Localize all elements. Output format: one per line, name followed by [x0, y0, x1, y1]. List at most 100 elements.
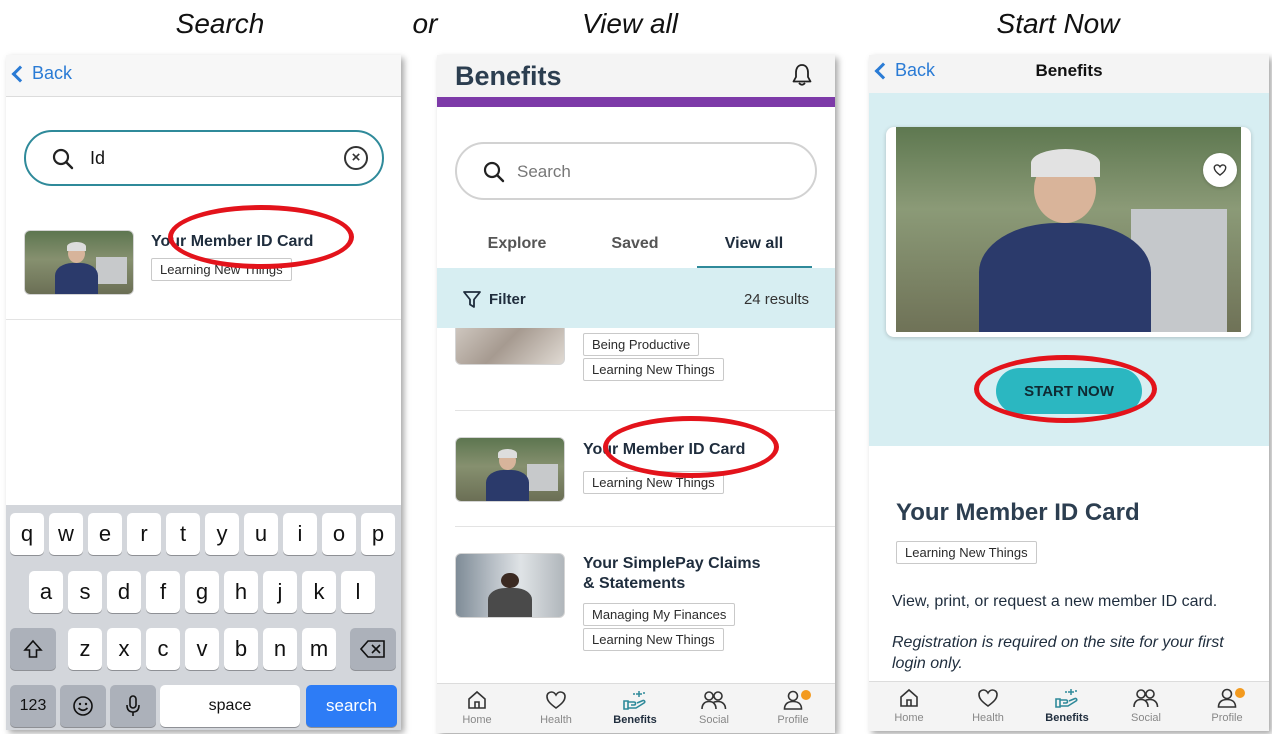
tab-home[interactable]: Home — [447, 688, 507, 726]
key-l[interactable]: l — [341, 571, 375, 613]
key-m[interactable]: m — [302, 628, 336, 670]
key-w[interactable]: w — [49, 513, 83, 555]
emoji-icon — [73, 696, 93, 716]
benefits-hand-icon — [1055, 689, 1078, 708]
key-t[interactable]: t — [166, 513, 200, 555]
caption-start-now: Start Now — [996, 8, 1120, 39]
search-input[interactable]: Id × — [24, 130, 384, 186]
search-icon — [52, 148, 74, 170]
benefits-list-screen: Benefits Search Explore Saved View all B… — [437, 55, 835, 733]
tab-view-all[interactable]: View all — [694, 235, 814, 253]
space-key[interactable]: space — [160, 685, 300, 727]
key-u[interactable]: u — [244, 513, 278, 555]
item-thumbnail — [455, 437, 565, 502]
filter-bar: Filter 24 results — [437, 268, 835, 328]
tab-label: Social — [699, 714, 729, 726]
benefit-detail-screen: Back Benefits START NOW Your Member ID C… — [869, 55, 1269, 731]
people-icon — [701, 691, 727, 710]
caption-or: or — [412, 8, 438, 39]
header: Benefits — [437, 55, 835, 97]
benefit-heading: Your Member ID Card — [896, 499, 1140, 526]
tab-label: Benefits — [1045, 712, 1089, 724]
key-a[interactable]: a — [29, 571, 63, 613]
item-title[interactable]: Your Member ID Card — [583, 441, 745, 459]
caption-search: Search — [175, 8, 265, 39]
tab-home[interactable]: Home — [879, 686, 939, 724]
item-title[interactable]: Your SimplePay Claims — [583, 555, 761, 573]
tab-benefits[interactable]: Benefits — [605, 688, 665, 726]
people-icon — [1133, 689, 1159, 708]
tab-label: Profile — [777, 714, 809, 726]
search-icon — [483, 161, 505, 183]
search-input[interactable]: Search — [455, 142, 817, 200]
key-z[interactable]: z — [68, 628, 102, 670]
clear-icon[interactable]: × — [344, 146, 368, 170]
tab-health[interactable]: Health — [526, 688, 586, 726]
heart-icon — [978, 689, 998, 707]
key-c[interactable]: c — [146, 628, 180, 670]
key-j[interactable]: j — [263, 571, 297, 613]
item-tag: Learning New Things — [583, 628, 724, 651]
key-i[interactable]: i — [283, 513, 317, 555]
start-now-button[interactable]: START NOW — [996, 368, 1142, 414]
key-x[interactable]: x — [107, 628, 141, 670]
benefit-tag: Learning New Things — [896, 541, 1037, 564]
key-k[interactable]: k — [302, 571, 336, 613]
tab-saved[interactable]: Saved — [575, 235, 695, 253]
key-g[interactable]: g — [185, 571, 219, 613]
microphone-key[interactable] — [110, 685, 156, 727]
key-d[interactable]: d — [107, 571, 141, 613]
tab-label: Profile — [1211, 712, 1243, 724]
key-s[interactable]: s — [68, 571, 102, 613]
tab-profile[interactable]: Profile — [763, 688, 823, 726]
key-b[interactable]: b — [224, 628, 258, 670]
back-button[interactable]: Back — [11, 63, 73, 84]
tab-benefits[interactable]: Benefits — [1037, 686, 1097, 724]
search-result-item[interactable]: Your Member ID Card Learning New Things — [6, 220, 401, 320]
key-y[interactable]: y — [205, 513, 239, 555]
tab-health[interactable]: Health — [958, 686, 1018, 724]
key-r[interactable]: r — [127, 513, 161, 555]
item-thumbnail — [455, 553, 565, 618]
nav-bar: Back — [6, 55, 401, 97]
emoji-key[interactable] — [60, 685, 106, 727]
bell-icon[interactable] — [791, 63, 813, 87]
key-f[interactable]: f — [146, 571, 180, 613]
tab-bar: Home Health Benefits Social Profile — [437, 683, 835, 733]
key-h[interactable]: h — [224, 571, 258, 613]
item-tag: Learning New Things — [583, 358, 724, 381]
tab-profile[interactable]: Profile — [1197, 686, 1257, 724]
notification-dot — [1235, 688, 1245, 698]
numbers-key[interactable]: 123 — [10, 685, 56, 727]
tab-social[interactable]: Social — [1116, 686, 1176, 724]
key-e[interactable]: e — [88, 513, 122, 555]
item-title-line2[interactable]: & Statements — [583, 575, 685, 593]
delete-key[interactable] — [350, 628, 396, 670]
item-tag: Managing My Finances — [583, 603, 736, 626]
caption-view-all: View all — [582, 8, 678, 39]
key-n[interactable]: n — [263, 628, 297, 670]
item-tag: Being Productive — [583, 333, 700, 356]
tab-explore[interactable]: Explore — [457, 235, 577, 253]
tab-label: Benefits — [613, 714, 657, 726]
key-p[interactable]: p — [361, 513, 395, 555]
benefit-description: View, print, or request a new member ID … — [892, 593, 1218, 610]
result-thumbnail — [24, 230, 134, 295]
key-v[interactable]: v — [185, 628, 219, 670]
tab-social[interactable]: Social — [684, 688, 744, 726]
filter-icon[interactable] — [462, 290, 482, 310]
back-label: Back — [32, 63, 73, 83]
search-key[interactable]: search — [306, 685, 397, 727]
page-title: Benefits — [1035, 61, 1103, 80]
search-placeholder: Search — [517, 162, 571, 181]
favorite-button[interactable] — [1203, 153, 1237, 187]
heart-icon — [546, 691, 566, 709]
key-q[interactable]: q — [10, 513, 44, 555]
keyboard: qwertyuiop asdfghjkl zxcvbnm 123 space sea… — [6, 505, 401, 730]
home-icon — [900, 688, 918, 707]
filter-button[interactable]: Filter — [489, 291, 526, 308]
key-o[interactable]: o — [322, 513, 356, 555]
shift-key[interactable] — [10, 628, 56, 670]
microphone-icon — [126, 695, 140, 716]
nav-bar: Back Benefits — [869, 55, 1269, 93]
